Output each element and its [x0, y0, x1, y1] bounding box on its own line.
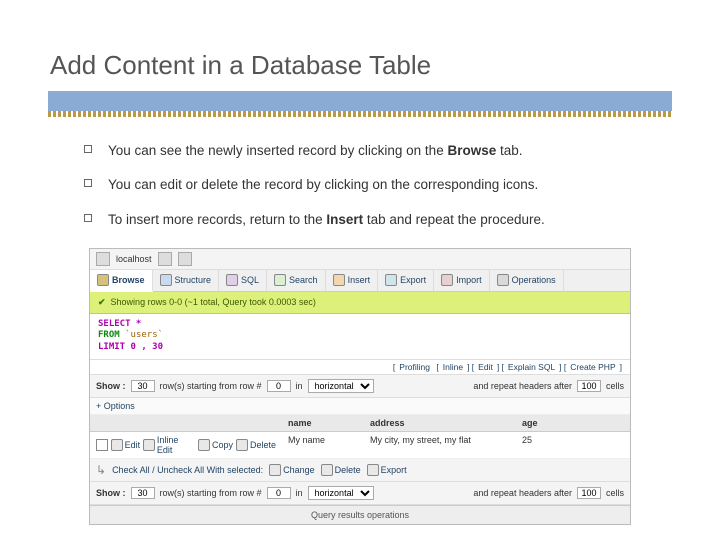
export-icon — [385, 274, 397, 286]
cell-address: My city, my street, my flat — [364, 432, 516, 458]
link-edit[interactable]: Edit — [478, 362, 493, 372]
tab-export[interactable]: Export — [378, 270, 434, 291]
export-icon — [367, 464, 379, 476]
check-all-link[interactable]: Check All / Uncheck All With selected: — [112, 465, 263, 475]
tab-bar: Browse Structure SQL Search Insert Expor… — [90, 270, 630, 292]
show-label: Show : — [96, 488, 126, 498]
cells-text: cells — [606, 381, 624, 391]
show-label: Show : — [96, 381, 126, 391]
sql-action-links: [Profiling [Inline] [Edit] [Explain SQL]… — [90, 360, 630, 375]
rows-count-input[interactable] — [131, 380, 155, 392]
pencil-icon — [269, 464, 281, 476]
table-icon — [178, 252, 192, 266]
server-icon — [96, 252, 110, 266]
bulk-export[interactable]: Export — [367, 464, 407, 476]
delete-icon — [321, 464, 333, 476]
repeat-headers-input[interactable] — [577, 380, 601, 392]
bullet-list: You can see the newly inserted record by… — [48, 141, 672, 230]
status-text: Showing rows 0-0 (~1 total, Query took 0… — [111, 297, 316, 307]
row-delete[interactable]: Delete — [236, 439, 276, 451]
bullet-item: To insert more records, return to the In… — [84, 210, 672, 230]
database-icon — [158, 252, 172, 266]
slide: Add Content in a Database Table You can … — [0, 0, 720, 540]
repeat-headers-input[interactable] — [577, 487, 601, 499]
sql-icon — [226, 274, 238, 286]
mode-select[interactable]: horizontal — [308, 379, 374, 393]
copy-icon — [198, 439, 210, 451]
check-all-row: ↳ Check All / Uncheck All With selected:… — [90, 459, 630, 482]
cell-name: My name — [282, 432, 364, 458]
rows-text: row(s) starting from row # — [160, 381, 262, 391]
phpmyadmin-screenshot: localhost Browse Structure SQL Search In… — [89, 248, 631, 525]
delete-icon — [236, 439, 248, 451]
row-copy[interactable]: Copy — [198, 439, 233, 451]
repeat-text: and repeat headers after — [473, 381, 572, 391]
link-inline[interactable]: Inline — [443, 362, 463, 372]
col-actions — [90, 415, 282, 431]
col-name[interactable]: name — [282, 415, 364, 431]
tab-structure[interactable]: Structure — [153, 270, 220, 291]
row-edit[interactable]: Edit — [111, 439, 141, 451]
table-header: name address age — [90, 415, 630, 432]
rows-count-input[interactable] — [131, 487, 155, 499]
start-row-input[interactable] — [267, 487, 291, 499]
insert-icon — [333, 274, 345, 286]
table-row: Edit Inline Edit Copy Delete My name My … — [90, 432, 630, 459]
col-age[interactable]: age — [516, 415, 568, 431]
tab-search[interactable]: Search — [267, 270, 326, 291]
tab-sql[interactable]: SQL — [219, 270, 267, 291]
import-icon — [441, 274, 453, 286]
accent-bar — [48, 91, 672, 111]
row-checkbox[interactable] — [96, 439, 108, 451]
pencil-icon — [111, 439, 123, 451]
show-controls-bottom: Show : row(s) starting from row # in hor… — [90, 482, 630, 505]
divider-bars — [48, 91, 672, 117]
link-explain[interactable]: Explain SQL — [508, 362, 555, 372]
tab-import[interactable]: Import — [434, 270, 490, 291]
bullet-item: You can edit or delete the record by cli… — [84, 175, 672, 195]
tab-operations[interactable]: Operations — [490, 270, 564, 291]
structure-icon — [160, 274, 172, 286]
arrow-up-icon: ↳ — [96, 463, 106, 477]
start-row-input[interactable] — [267, 380, 291, 392]
breadcrumb: localhost — [90, 249, 630, 270]
bulk-delete[interactable]: Delete — [321, 464, 361, 476]
dotted-bar — [48, 111, 672, 117]
slide-title: Add Content in a Database Table — [50, 50, 672, 81]
link-php[interactable]: Create PHP — [570, 362, 615, 372]
status-bar: ✔ Showing rows 0-0 (~1 total, Query took… — [90, 292, 630, 314]
row-inline-edit[interactable]: Inline Edit — [143, 435, 195, 455]
operations-icon — [497, 274, 509, 286]
bulk-change[interactable]: Change — [269, 464, 315, 476]
link-profiling[interactable]: Profiling — [399, 362, 430, 372]
cell-age: 25 — [516, 432, 568, 458]
mode-select[interactable]: horizontal — [308, 486, 374, 500]
sql-query: SELECT * FROM `users` LIMIT 0 , 30 — [90, 314, 630, 360]
col-address[interactable]: address — [364, 415, 516, 431]
search-icon — [274, 274, 286, 286]
tab-insert[interactable]: Insert — [326, 270, 379, 291]
browse-icon — [97, 274, 109, 286]
options-toggle[interactable]: + Options — [90, 398, 630, 415]
check-icon: ✔ — [98, 297, 106, 308]
tab-browse[interactable]: Browse — [90, 270, 153, 292]
pencil-icon — [143, 439, 155, 451]
breadcrumb-host: localhost — [116, 254, 152, 264]
query-results-footer: Query results operations — [90, 505, 630, 524]
show-controls: Show : row(s) starting from row # in hor… — [90, 375, 630, 398]
bullet-item: You can see the newly inserted record by… — [84, 141, 672, 161]
